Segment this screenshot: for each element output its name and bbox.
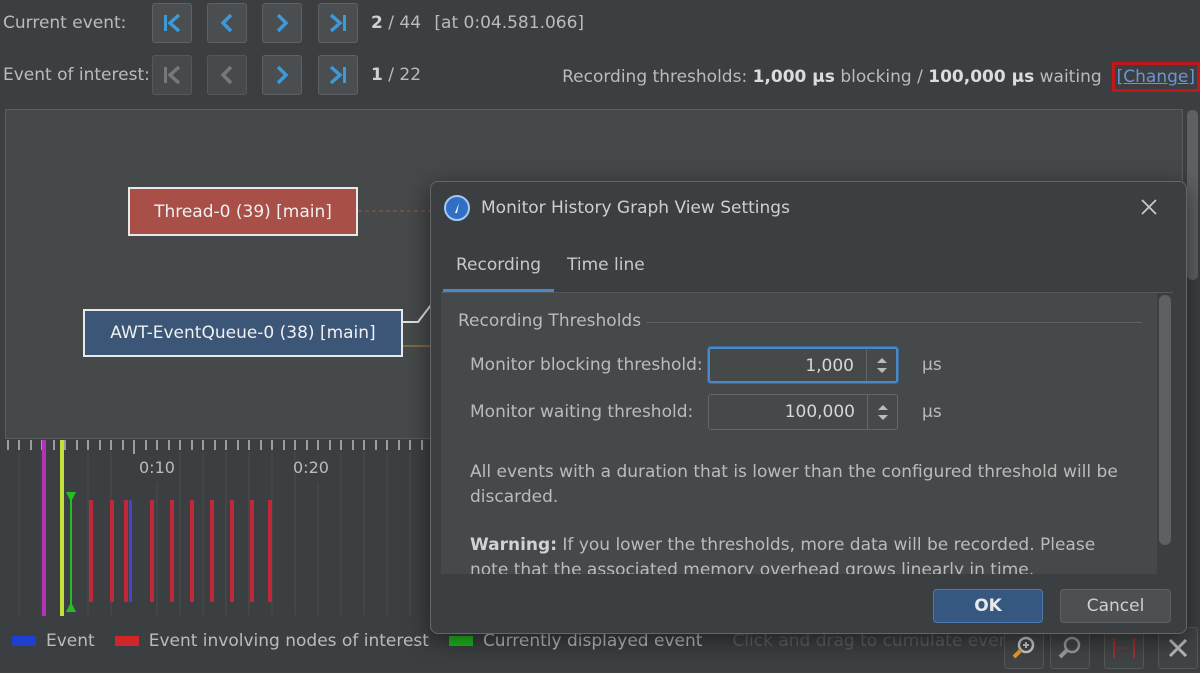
warning-text-block: Warning: If you lower the thresholds, mo… xyxy=(470,533,1130,574)
recording-tab-panel: Recording Thresholds Monitor blocking th… xyxy=(441,292,1173,574)
panel-scrollbar[interactable] xyxy=(1157,293,1173,574)
blocking-threshold-spinner[interactable]: 1,000 xyxy=(708,347,898,383)
legend-swatch-event xyxy=(12,636,36,646)
next-interest-button[interactable] xyxy=(262,55,302,95)
interest-position: 1 xyxy=(371,65,383,85)
warning-label: Warning: xyxy=(470,535,558,555)
ok-button[interactable]: OK xyxy=(933,589,1043,623)
dialog-title: Monitor History Graph View Settings xyxy=(481,198,790,218)
recording-thresholds-summary: Recording thresholds: 1,000 µs blocking … xyxy=(562,62,1200,92)
event-of-interest-label: Event of interest: xyxy=(3,65,150,85)
thresholds-label: Recording thresholds: xyxy=(562,67,748,87)
tab-time-line[interactable]: Time line xyxy=(554,248,658,292)
skip-last-icon xyxy=(329,65,346,85)
blocking-threshold-unit: µs xyxy=(922,355,942,375)
group-title: Recording Thresholds xyxy=(458,311,642,331)
current-event-label: Current event: xyxy=(3,13,127,33)
threshold-info-text: All events with a duration that is lower… xyxy=(470,462,1118,507)
timeline-tick-label: 0:10 xyxy=(139,458,175,477)
cancel-button[interactable]: Cancel xyxy=(1060,589,1171,623)
legend-swatch-interest xyxy=(114,636,139,646)
skip-last-icon xyxy=(329,13,346,33)
settings-dialog: Monitor History Graph View Settings Reco… xyxy=(430,181,1187,634)
dialog-tabs: Recording Time line xyxy=(443,248,658,292)
scrollbar-thumb[interactable] xyxy=(1187,110,1198,280)
compass-icon xyxy=(444,195,470,221)
chevron-left-icon xyxy=(220,13,233,33)
chevron-down-icon[interactable] xyxy=(877,414,889,421)
tab-recording[interactable]: Recording xyxy=(443,248,555,292)
dialog-close-button[interactable] xyxy=(1136,194,1162,220)
chevron-down-icon[interactable] xyxy=(876,367,888,374)
scrollbar-thumb[interactable] xyxy=(1159,295,1171,545)
zoom-out-icon xyxy=(1058,636,1081,659)
skip-first-icon xyxy=(164,65,181,85)
blocking-threshold-input[interactable]: 1,000 xyxy=(805,356,854,376)
spinner-arrows[interactable] xyxy=(867,395,897,429)
waiting-threshold-input[interactable]: 100,000 xyxy=(785,402,855,422)
current-event-timestamp: [at 0:04.581.066] xyxy=(434,13,585,33)
legend-swatch-current xyxy=(448,636,473,646)
waiting-threshold-label: Monitor waiting threshold: xyxy=(470,402,694,422)
previous-event-button[interactable] xyxy=(207,3,247,43)
spinner-arrows[interactable] xyxy=(866,349,896,381)
last-event-button[interactable] xyxy=(318,3,358,43)
previous-interest-button[interactable] xyxy=(207,55,247,95)
fit-range-icon xyxy=(1113,638,1135,658)
close-icon xyxy=(1141,199,1157,215)
interest-counter: 1 / 22 xyxy=(371,65,421,85)
skip-first-icon xyxy=(164,13,181,33)
current-event-counter: 2 / 44 [at 0:04.581.066] xyxy=(371,13,584,33)
thread-node-awt-eventqueue[interactable]: AWT-EventQueue-0 (38) [main] xyxy=(83,309,403,357)
blocking-threshold-label: Monitor blocking threshold: xyxy=(470,355,703,375)
timeline-tick-label: 0:20 xyxy=(293,458,329,477)
first-event-button[interactable] xyxy=(152,3,192,43)
last-interest-button[interactable] xyxy=(318,55,358,95)
chevron-right-icon xyxy=(276,13,289,33)
legend-hint: Click and drag to cumulate events xyxy=(732,631,1025,651)
current-event-total: / 44 xyxy=(388,13,422,33)
chevron-left-icon xyxy=(220,65,233,85)
event-of-interest-row: Event of interest: 1 / 22 xyxy=(0,53,600,97)
group-divider xyxy=(646,322,1142,323)
legend-label-event: Event xyxy=(46,631,95,651)
blocking-threshold-value: 1,000 µs xyxy=(752,67,835,87)
change-thresholds-link[interactable]: [Change] xyxy=(1111,62,1200,92)
blocking-text: blocking / xyxy=(840,67,923,87)
legend-label-interest: Event involving nodes of interest xyxy=(148,631,429,651)
close-icon xyxy=(1168,638,1188,658)
next-event-button[interactable] xyxy=(262,3,302,43)
waiting-threshold-unit: µs xyxy=(922,402,942,422)
waiting-text: waiting xyxy=(1039,67,1102,87)
waiting-threshold-spinner[interactable]: 100,000 xyxy=(708,394,898,430)
thread-node-thread-0[interactable]: Thread-0 (39) [main] xyxy=(128,187,358,236)
first-interest-button[interactable] xyxy=(152,55,192,95)
current-event-position: 2 xyxy=(371,13,383,33)
current-event-row: Current event: 2 / 44 [at 0:04.581.066] xyxy=(0,1,600,45)
chevron-up-icon[interactable] xyxy=(877,404,889,411)
interest-total: / 22 xyxy=(388,65,422,85)
chevron-up-icon[interactable] xyxy=(876,357,888,364)
warning-text: If you lower the thresholds, more data w… xyxy=(470,535,1096,574)
legend-label-current: Currently displayed event xyxy=(482,631,703,651)
chevron-right-icon xyxy=(276,65,289,85)
zoom-in-icon xyxy=(1012,636,1035,659)
waiting-threshold-value: 100,000 µs xyxy=(928,67,1035,87)
